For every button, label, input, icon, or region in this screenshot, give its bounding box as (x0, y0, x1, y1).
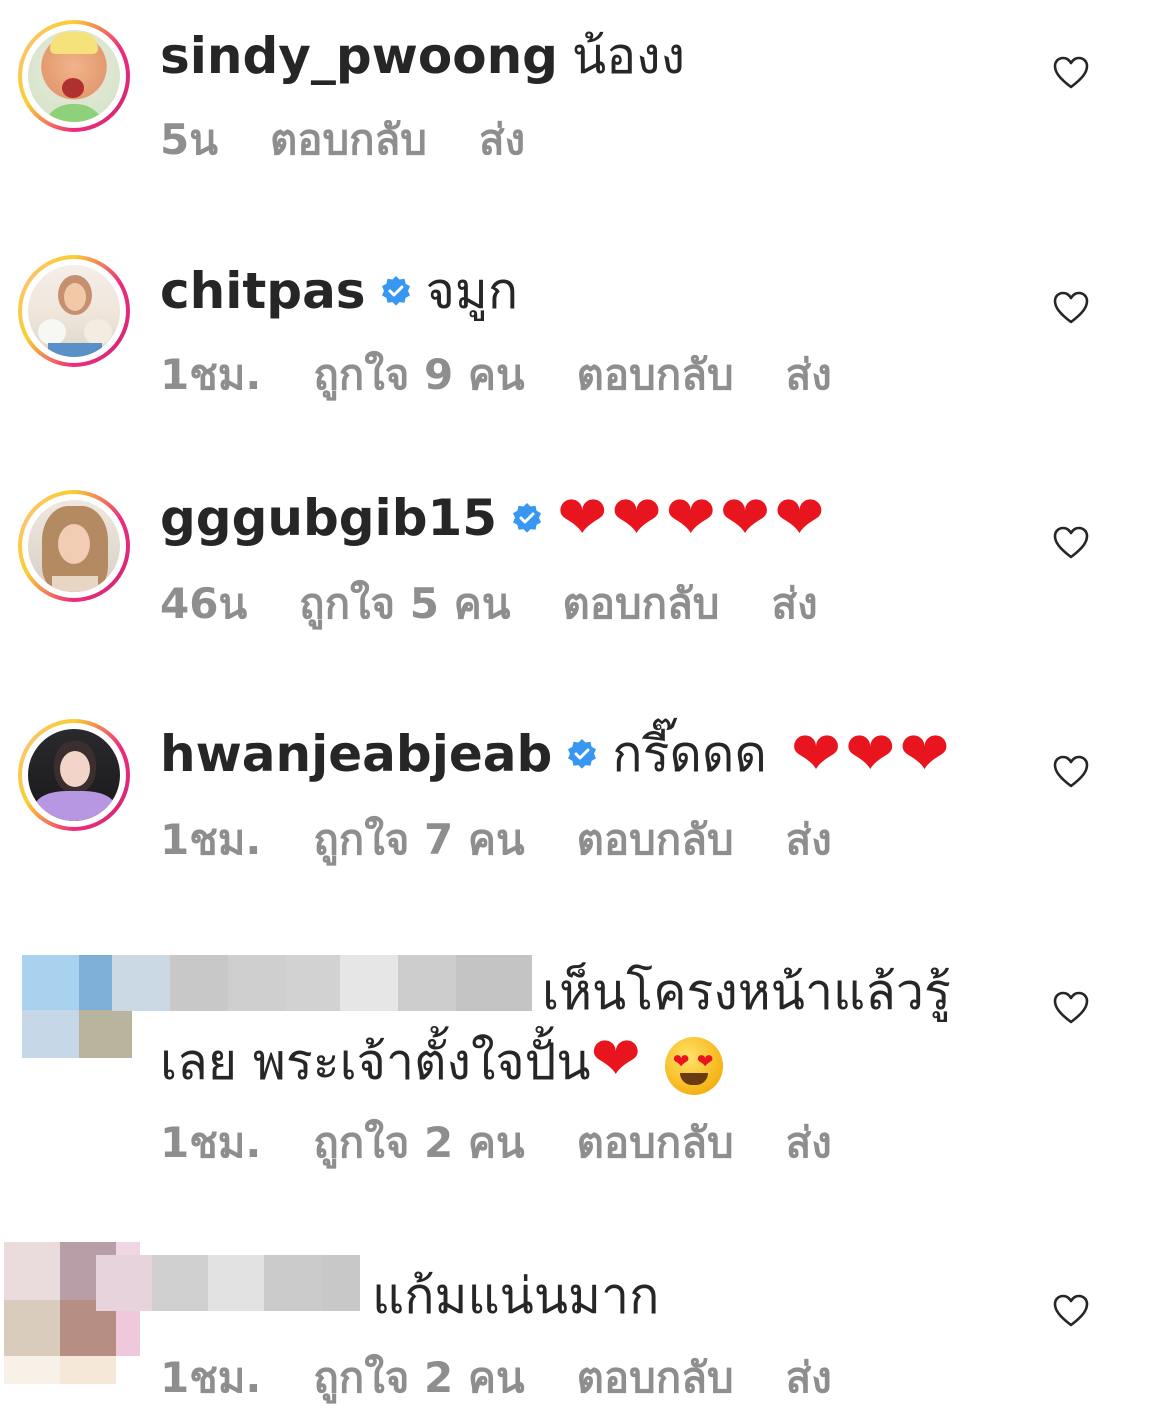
send-button[interactable]: ส่ง (786, 1352, 832, 1404)
red-heart-emoji-icon: ❤ (590, 1024, 641, 1094)
pixelated-username (96, 1255, 360, 1311)
like-heart-icon[interactable] (1053, 56, 1089, 90)
reply-button[interactable]: ตอบกลับ (577, 1352, 734, 1404)
red-heart-emoji-icon: ❤ (899, 719, 950, 789)
reply-button[interactable]: ตอบกลับ (577, 1117, 734, 1169)
verified-badge-icon (568, 739, 597, 769)
send-button[interactable]: ส่ง (786, 1117, 832, 1169)
verified-badge-icon (381, 276, 410, 306)
reply-button[interactable]: ตอบกลับ (270, 114, 427, 166)
comment-emoji: ❤ ❤ ❤ ❤ ❤ (557, 488, 824, 548)
reply-button[interactable]: ตอบกลับ (577, 349, 734, 401)
comment-text: กรี๊ดดด (612, 725, 767, 783)
heart-eyes-emoji-icon: ❤ ❤ (664, 1036, 723, 1095)
red-heart-emoji-icon: ❤ (665, 483, 716, 553)
send-button[interactable]: ส่ง (479, 114, 525, 166)
send-button[interactable]: ส่ง (786, 814, 832, 866)
comment-time: 1ชม. (160, 1118, 262, 1167)
username[interactable]: hwanjeabjeab (160, 722, 552, 786)
comment-time: 1ชม. (160, 1353, 262, 1402)
avatar[interactable] (18, 719, 130, 831)
username[interactable]: sindy_pwoong (160, 24, 558, 88)
red-heart-emoji-icon: ❤ (790, 719, 842, 789)
verified-badge-icon (513, 503, 542, 533)
likes-count[interactable]: ถูกใจ 9 คน (313, 349, 524, 401)
username[interactable]: chitpas (160, 259, 366, 323)
comment-text: น้องง (571, 27, 685, 85)
avatar[interactable] (18, 255, 130, 367)
red-heart-emoji-icon: ❤ (719, 483, 771, 553)
reply-button[interactable]: ตอบกลับ (562, 578, 719, 630)
comment-emoji: ❤ ❤ ❤ (791, 724, 950, 784)
comment-time: 1ชม. (160, 350, 262, 399)
like-heart-icon[interactable] (1053, 755, 1089, 789)
likes-count[interactable]: ถูกใจ 2 คน (313, 1352, 524, 1404)
comment-text-line1: เห็นโครงหน้าแล้วรู้ (542, 963, 951, 1021)
reply-button[interactable]: ตอบกลับ (577, 814, 734, 866)
likes-count[interactable]: ถูกใจ 5 คน (299, 578, 510, 630)
comment-time: 1ชม. (160, 815, 262, 864)
red-heart-emoji-icon: ❤ (774, 483, 825, 553)
comment-time: 5น (160, 115, 218, 164)
red-heart-emoji-icon: ❤ (611, 483, 662, 553)
comment-time: 46น (160, 579, 248, 628)
like-heart-icon[interactable] (1053, 291, 1089, 325)
avatar[interactable] (18, 20, 130, 132)
comment-text: แก้มแน่นมาก (372, 1267, 660, 1325)
comment-text: จมูก (425, 262, 519, 320)
avatar[interactable] (18, 490, 130, 602)
like-heart-icon[interactable] (1053, 1294, 1089, 1328)
username[interactable]: gggubgib15 (160, 486, 497, 550)
like-heart-icon[interactable] (1053, 991, 1089, 1025)
like-heart-icon[interactable] (1053, 526, 1089, 560)
comment-text-line2: เลย พระเจ้าตั้งใจปั้น (160, 1033, 591, 1091)
likes-count[interactable]: ถูกใจ 7 คน (313, 814, 524, 866)
send-button[interactable]: ส่ง (786, 349, 832, 401)
pixelated-username (112, 955, 532, 1011)
red-heart-emoji-icon: ❤ (557, 483, 608, 553)
red-heart-emoji-icon: ❤ (845, 719, 896, 789)
likes-count[interactable]: ถูกใจ 2 คน (313, 1117, 524, 1169)
send-button[interactable]: ส่ง (771, 578, 817, 630)
